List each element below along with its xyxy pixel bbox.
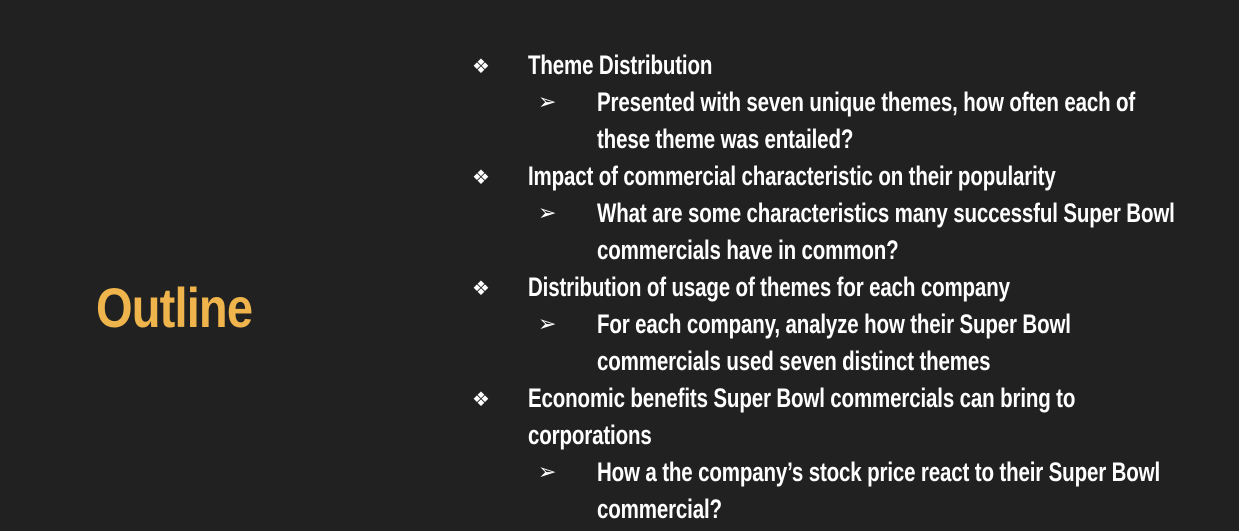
arrowhead-bullet-icon: ➢ — [538, 90, 557, 115]
outline-item-1-line-1: Theme Distribution — [528, 50, 713, 80]
outline-item-2-line-1: Impact of commercial characteristic on t… — [528, 161, 1056, 191]
outline-subitem-3-line-2: commercials used seven distinct themes — [597, 346, 991, 376]
outline-item-4-line-2: corporations — [528, 420, 652, 450]
outline-subitem-2-line-2: commercials have in common? — [597, 235, 899, 265]
outline-subitem-4-line-1: How a the company’s stock price react to… — [597, 457, 1161, 487]
diamond-bullet-icon: ❖ — [472, 387, 490, 411]
outline-subitem-3-line-1: For each company, analyze how their Supe… — [597, 309, 1071, 339]
outline-item-4-line-1: Economic benefits Super Bowl commercials… — [528, 383, 1076, 413]
outline-subitem-4-line-2: commercial? — [597, 494, 722, 524]
outline-subitem-1-line-2: these theme was entailed? — [597, 124, 854, 154]
arrowhead-bullet-icon: ➢ — [538, 201, 557, 226]
outline-list: ❖ Theme Distribution ➢ Presented with se… — [0, 0, 1239, 531]
outline-subitem-2-line-1: What are some characteristics many succe… — [597, 198, 1175, 228]
slide: Outline ❖ Theme Distribution ➢ Presented… — [0, 0, 1239, 531]
diamond-bullet-icon: ❖ — [472, 54, 490, 78]
arrowhead-bullet-icon: ➢ — [538, 312, 557, 337]
diamond-bullet-icon: ❖ — [472, 165, 490, 189]
arrowhead-bullet-icon: ➢ — [538, 460, 557, 485]
outline-subitem-1-line-1: Presented with seven unique themes, how … — [597, 87, 1136, 117]
outline-item-3-line-1: Distribution of usage of themes for each… — [528, 272, 1010, 302]
diamond-bullet-icon: ❖ — [472, 276, 490, 300]
